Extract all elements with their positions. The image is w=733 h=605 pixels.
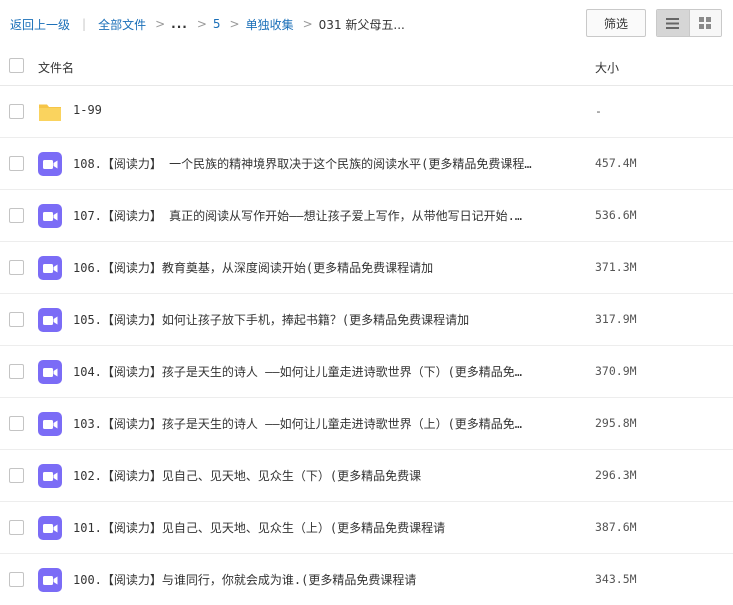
row-checkbox[interactable] (9, 468, 24, 483)
file-size: 317.9M (595, 312, 637, 326)
row-checkbox[interactable] (9, 208, 24, 223)
chevron-right-icon: > (155, 17, 166, 31)
file-name[interactable]: 100.【阅读力】与谁同行，你就会成为谁.(更多精品免费课程请 (73, 571, 573, 589)
breadcrumb-solo-collection[interactable]: 单独收集 (246, 16, 294, 33)
row-checkbox[interactable] (9, 572, 24, 587)
file-name[interactable]: 106.【阅读力】教育奠基，从深度阅读开始(更多精品免费课程请加 (73, 259, 573, 277)
file-row[interactable]: 105.【阅读力】如何让孩子放下手机，捧起书籍？(更多精品免费课程请加 317.… (0, 294, 733, 346)
breadcrumb-current: 031 新父母五... (318, 17, 405, 32)
video-file-icon (38, 412, 62, 436)
file-row[interactable]: 101.【阅读力】见自己、见天地、见众生（上）(更多精品免费课程请 387.6M (0, 502, 733, 554)
file-row[interactable]: 103.【阅读力】孩子是天生的诗人 ——如何让儿童走进诗歌世界（上）(更多精品免… (0, 398, 733, 450)
toolbar: 返回上一级 | 全部文件 > ... > 5 > 单独收集 > 031 新父母五… (0, 0, 733, 47)
file-row[interactable]: 100.【阅读力】与谁同行，你就会成为谁.(更多精品免费课程请 343.5M (0, 554, 733, 605)
chevron-right-icon: > (196, 17, 207, 31)
file-size: 296.3M (595, 468, 637, 482)
grid-icon (699, 17, 712, 29)
file-row[interactable]: 102.【阅读力】见自己、见天地、见众生（下）(更多精品免费课 296.3M (0, 450, 733, 502)
breadcrumb-divider: | (82, 17, 87, 31)
file-name[interactable]: 1-99 (73, 103, 573, 121)
file-row[interactable]: 107.【阅读力】 真正的阅读从写作开始——想让孩子爱上写作，从带他写日记开始.… (0, 190, 733, 242)
file-name[interactable]: 108.【阅读力】 一个民族的精神境界取决于这个民族的阅读水平(更多精品免费课程… (73, 155, 573, 173)
file-row[interactable]: 106.【阅读力】教育奠基，从深度阅读开始(更多精品免费课程请加 371.3M (0, 242, 733, 294)
file-name[interactable]: 101.【阅读力】见自己、见天地、见众生（上）(更多精品免费课程请 (73, 519, 573, 537)
video-file-icon (38, 568, 62, 592)
file-name[interactable]: 105.【阅读力】如何让孩子放下手机，捧起书籍？(更多精品免费课程请加 (73, 311, 573, 329)
breadcrumb: 返回上一级 | 全部文件 > ... > 5 > 单独收集 > 031 新父母五… (10, 16, 405, 32)
chevron-right-icon: > (302, 17, 313, 31)
grid-view-button[interactable] (688, 10, 721, 36)
row-checkbox[interactable] (9, 520, 24, 535)
breadcrumb-ellipsis[interactable]: ... (171, 17, 188, 31)
column-header-name[interactable]: 文件名 (38, 59, 74, 76)
video-file-icon (38, 308, 62, 332)
file-name[interactable]: 102.【阅读力】见自己、见天地、见众生（下）(更多精品免费课 (73, 467, 573, 485)
row-checkbox[interactable] (9, 364, 24, 379)
file-size: 371.3M (595, 260, 637, 274)
filter-button[interactable]: 筛选 (586, 9, 646, 37)
file-size: 295.8M (595, 416, 637, 430)
video-file-icon (38, 152, 62, 176)
video-file-icon (38, 360, 62, 384)
file-row[interactable]: 108.【阅读力】 一个民族的精神境界取决于这个民族的阅读水平(更多精品免费课程… (0, 138, 733, 190)
video-file-icon (38, 516, 62, 540)
file-size: 370.9M (595, 364, 637, 378)
file-size: 387.6M (595, 520, 637, 534)
folder-icon (39, 104, 61, 121)
file-size: 457.4M (595, 156, 637, 170)
file-name[interactable]: 107.【阅读力】 真正的阅读从写作开始——想让孩子爱上写作，从带他写日记开始.… (73, 207, 573, 225)
view-toggle (656, 9, 722, 37)
breadcrumb-level-5[interactable]: 5 (213, 17, 221, 31)
column-header-size[interactable]: 大小 (595, 59, 619, 76)
row-checkbox[interactable] (9, 156, 24, 171)
file-size: 536.6M (595, 208, 637, 222)
row-checkbox[interactable] (9, 260, 24, 275)
file-name[interactable]: 104.【阅读力】孩子是天生的诗人 ——如何让儿童走进诗歌世界（下）(更多精品免… (73, 363, 573, 381)
row-checkbox[interactable] (9, 312, 24, 327)
back-link[interactable]: 返回上一级 (10, 16, 70, 33)
file-row[interactable]: 104.【阅读力】孩子是天生的诗人 ——如何让儿童走进诗歌世界（下）(更多精品免… (0, 346, 733, 398)
breadcrumb-all-files[interactable]: 全部文件 (98, 16, 146, 33)
file-size: 343.5M (595, 572, 637, 586)
file-row[interactable]: 1-99 - (0, 86, 733, 138)
file-size: - (595, 104, 602, 118)
file-name[interactable]: 103.【阅读力】孩子是天生的诗人 ——如何让儿童走进诗歌世界（上）(更多精品免… (73, 415, 573, 433)
list-icon (666, 17, 680, 29)
file-list-header: 文件名 大小 (0, 47, 733, 86)
chevron-right-icon: > (229, 17, 240, 31)
row-checkbox[interactable] (9, 104, 24, 119)
select-all-checkbox[interactable] (9, 58, 24, 73)
video-file-icon (38, 204, 62, 228)
row-checkbox[interactable] (9, 416, 24, 431)
list-view-button[interactable] (657, 10, 689, 36)
video-file-icon (38, 464, 62, 488)
video-file-icon (38, 256, 62, 280)
